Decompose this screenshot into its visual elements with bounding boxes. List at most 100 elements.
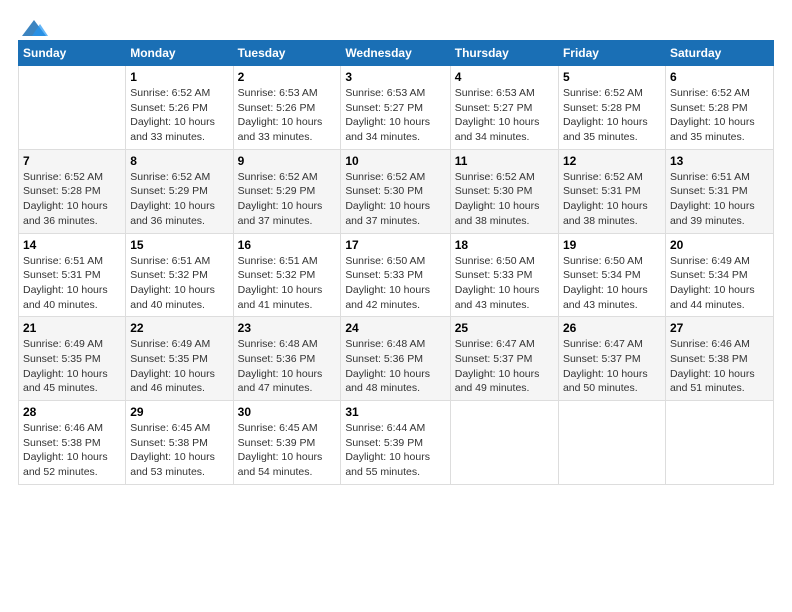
calendar-cell: 15 Sunrise: 6:51 AMSunset: 5:32 PMDayligh… [126, 233, 233, 317]
day-number: 26 [563, 321, 661, 335]
day-info: Sunrise: 6:45 AMSunset: 5:38 PMDaylight:… [130, 421, 228, 480]
calendar-cell: 26 Sunrise: 6:47 AMSunset: 5:37 PMDayligh… [558, 317, 665, 401]
day-info: Sunrise: 6:49 AMSunset: 5:35 PMDaylight:… [23, 337, 121, 396]
calendar-cell: 17 Sunrise: 6:50 AMSunset: 5:33 PMDayligh… [341, 233, 450, 317]
day-number: 18 [455, 238, 554, 252]
logo-icon [20, 18, 48, 40]
day-info: Sunrise: 6:51 AMSunset: 5:31 PMDaylight:… [23, 254, 121, 313]
day-info: Sunrise: 6:52 AMSunset: 5:26 PMDaylight:… [130, 86, 228, 145]
calendar-cell [558, 401, 665, 485]
header [18, 18, 774, 36]
day-info: Sunrise: 6:50 AMSunset: 5:34 PMDaylight:… [563, 254, 661, 313]
day-number: 7 [23, 154, 121, 168]
day-info: Sunrise: 6:52 AMSunset: 5:28 PMDaylight:… [23, 170, 121, 229]
calendar-cell: 25 Sunrise: 6:47 AMSunset: 5:37 PMDayligh… [450, 317, 558, 401]
day-number: 2 [238, 70, 337, 84]
calendar-cell: 23 Sunrise: 6:48 AMSunset: 5:36 PMDayligh… [233, 317, 341, 401]
calendar-cell: 6Sunrise: 6:52 AMSunset: 5:28 PMDaylight… [665, 66, 773, 150]
day-number: 6 [670, 70, 769, 84]
day-info: Sunrise: 6:53 AMSunset: 5:26 PMDaylight:… [238, 86, 337, 145]
calendar-cell: 14 Sunrise: 6:51 AMSunset: 5:31 PMDayligh… [19, 233, 126, 317]
column-header-wednesday: Wednesday [341, 41, 450, 66]
calendar-cell: 22Sunrise: 6:49 AMSunset: 5:35 PMDayligh… [126, 317, 233, 401]
calendar-cell: 3 Sunrise: 6:53 AMSunset: 5:27 PMDaylight… [341, 66, 450, 150]
day-number: 24 [345, 321, 445, 335]
calendar-week-row: 21 Sunrise: 6:49 AMSunset: 5:35 PMDayligh… [19, 317, 774, 401]
column-header-sunday: Sunday [19, 41, 126, 66]
day-number: 13 [670, 154, 769, 168]
day-info: Sunrise: 6:49 AMSunset: 5:34 PMDaylight:… [670, 254, 769, 313]
day-number: 25 [455, 321, 554, 335]
calendar-cell [19, 66, 126, 150]
calendar-cell: 29Sunrise: 6:45 AMSunset: 5:38 PMDayligh… [126, 401, 233, 485]
day-number: 4 [455, 70, 554, 84]
calendar-table: SundayMondayTuesdayWednesdayThursdayFrid… [18, 40, 774, 485]
day-info: Sunrise: 6:45 AMSunset: 5:39 PMDaylight:… [238, 421, 337, 480]
day-number: 17 [345, 238, 445, 252]
calendar-cell: 4Sunrise: 6:53 AMSunset: 5:27 PMDaylight… [450, 66, 558, 150]
calendar-week-row: 1 Sunrise: 6:52 AMSunset: 5:26 PMDaylight… [19, 66, 774, 150]
day-info: Sunrise: 6:52 AMSunset: 5:29 PMDaylight:… [238, 170, 337, 229]
calendar-cell: 13 Sunrise: 6:51 AMSunset: 5:31 PMDayligh… [665, 149, 773, 233]
day-number: 27 [670, 321, 769, 335]
day-info: Sunrise: 6:48 AMSunset: 5:36 PMDaylight:… [238, 337, 337, 396]
day-number: 22 [130, 321, 228, 335]
day-info: Sunrise: 6:51 AMSunset: 5:32 PMDaylight:… [238, 254, 337, 313]
day-info: Sunrise: 6:46 AMSunset: 5:38 PMDaylight:… [670, 337, 769, 396]
column-header-saturday: Saturday [665, 41, 773, 66]
calendar-cell: 19 Sunrise: 6:50 AMSunset: 5:34 PMDayligh… [558, 233, 665, 317]
calendar-cell: 31Sunrise: 6:44 AMSunset: 5:39 PMDayligh… [341, 401, 450, 485]
calendar-cell: 5 Sunrise: 6:52 AMSunset: 5:28 PMDaylight… [558, 66, 665, 150]
page-container: SundayMondayTuesdayWednesdayThursdayFrid… [0, 0, 792, 495]
day-info: Sunrise: 6:52 AMSunset: 5:29 PMDaylight:… [130, 170, 228, 229]
day-number: 28 [23, 405, 121, 419]
day-info: Sunrise: 6:50 AMSunset: 5:33 PMDaylight:… [345, 254, 445, 313]
calendar-cell: 11Sunrise: 6:52 AMSunset: 5:30 PMDayligh… [450, 149, 558, 233]
calendar-cell: 28 Sunrise: 6:46 AMSunset: 5:38 PMDayligh… [19, 401, 126, 485]
day-info: Sunrise: 6:51 AMSunset: 5:31 PMDaylight:… [670, 170, 769, 229]
day-info: Sunrise: 6:53 AMSunset: 5:27 PMDaylight:… [345, 86, 445, 145]
day-number: 30 [238, 405, 337, 419]
day-number: 10 [345, 154, 445, 168]
column-header-tuesday: Tuesday [233, 41, 341, 66]
calendar-week-row: 14 Sunrise: 6:51 AMSunset: 5:31 PMDayligh… [19, 233, 774, 317]
day-info: Sunrise: 6:52 AMSunset: 5:31 PMDaylight:… [563, 170, 661, 229]
day-number: 15 [130, 238, 228, 252]
day-info: Sunrise: 6:50 AMSunset: 5:33 PMDaylight:… [455, 254, 554, 313]
day-number: 9 [238, 154, 337, 168]
day-info: Sunrise: 6:48 AMSunset: 5:36 PMDaylight:… [345, 337, 445, 396]
day-number: 8 [130, 154, 228, 168]
day-number: 19 [563, 238, 661, 252]
day-info: Sunrise: 6:51 AMSunset: 5:32 PMDaylight:… [130, 254, 228, 313]
day-number: 3 [345, 70, 445, 84]
calendar-week-row: 28 Sunrise: 6:46 AMSunset: 5:38 PMDayligh… [19, 401, 774, 485]
calendar-cell: 8 Sunrise: 6:52 AMSunset: 5:29 PMDaylight… [126, 149, 233, 233]
calendar-cell: 16 Sunrise: 6:51 AMSunset: 5:32 PMDayligh… [233, 233, 341, 317]
day-info: Sunrise: 6:52 AMSunset: 5:28 PMDaylight:… [563, 86, 661, 145]
calendar-cell: 2 Sunrise: 6:53 AMSunset: 5:26 PMDaylight… [233, 66, 341, 150]
calendar-cell: 21 Sunrise: 6:49 AMSunset: 5:35 PMDayligh… [19, 317, 126, 401]
calendar-cell [665, 401, 773, 485]
day-number: 5 [563, 70, 661, 84]
day-info: Sunrise: 6:46 AMSunset: 5:38 PMDaylight:… [23, 421, 121, 480]
column-header-thursday: Thursday [450, 41, 558, 66]
day-number: 16 [238, 238, 337, 252]
day-info: Sunrise: 6:52 AMSunset: 5:30 PMDaylight:… [455, 170, 554, 229]
column-header-friday: Friday [558, 41, 665, 66]
calendar-cell: 10 Sunrise: 6:52 AMSunset: 5:30 PMDayligh… [341, 149, 450, 233]
calendar-cell: 30 Sunrise: 6:45 AMSunset: 5:39 PMDayligh… [233, 401, 341, 485]
calendar-cell: 1 Sunrise: 6:52 AMSunset: 5:26 PMDaylight… [126, 66, 233, 150]
day-number: 21 [23, 321, 121, 335]
logo [18, 18, 48, 36]
day-info: Sunrise: 6:47 AMSunset: 5:37 PMDaylight:… [455, 337, 554, 396]
calendar-cell: 12 Sunrise: 6:52 AMSunset: 5:31 PMDayligh… [558, 149, 665, 233]
day-number: 20 [670, 238, 769, 252]
day-number: 31 [345, 405, 445, 419]
day-number: 23 [238, 321, 337, 335]
day-number: 12 [563, 154, 661, 168]
day-number: 1 [130, 70, 228, 84]
day-number: 14 [23, 238, 121, 252]
calendar-cell [450, 401, 558, 485]
day-info: Sunrise: 6:47 AMSunset: 5:37 PMDaylight:… [563, 337, 661, 396]
day-info: Sunrise: 6:52 AMSunset: 5:30 PMDaylight:… [345, 170, 445, 229]
